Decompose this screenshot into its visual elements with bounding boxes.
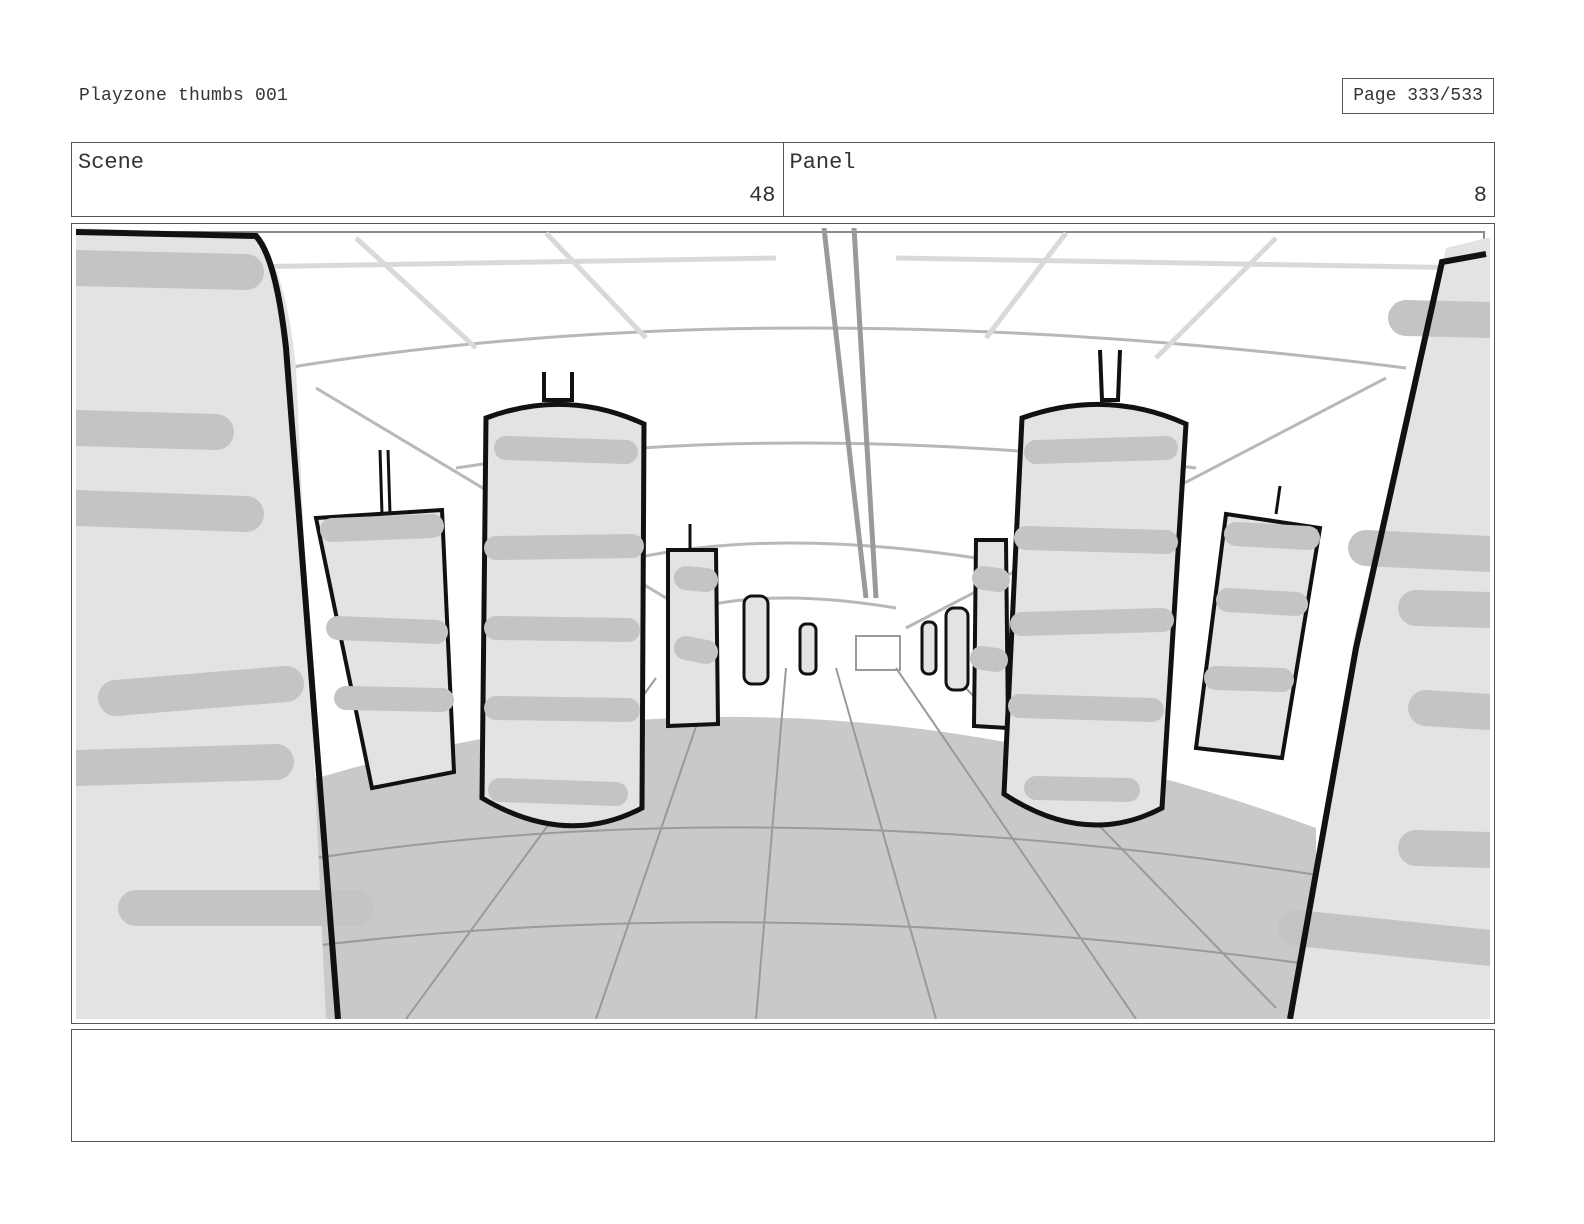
scene-number: 48 <box>749 183 776 208</box>
storyboard-frame <box>71 223 1495 1024</box>
scene-panel-row: Scene 48 Panel 8 <box>71 142 1495 217</box>
panel-label: Panel <box>789 150 856 175</box>
scene-cell: Scene 48 <box>72 143 783 216</box>
document-title: Playzone thumbs 001 <box>79 86 289 106</box>
panel-cell: Panel 8 <box>782 143 1495 216</box>
panel-number: 8 <box>1473 183 1487 208</box>
notes-box <box>71 1029 1495 1142</box>
scene-label: Scene <box>78 150 145 175</box>
page-indicator: Page 333/533 <box>1342 78 1494 114</box>
storyboard-sketch <box>76 228 1490 1019</box>
